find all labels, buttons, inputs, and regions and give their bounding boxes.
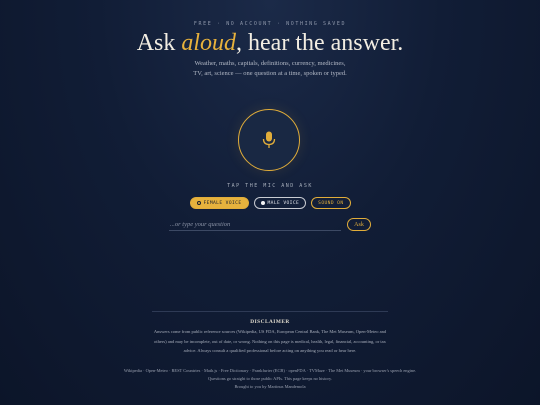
subtitle: Weather, maths, capitals, definitions, c… [193, 60, 347, 77]
footer-privacy: Questions go straight to those public AP… [208, 376, 332, 381]
question-input[interactable] [169, 218, 341, 231]
eyebrow-tagline: FREE · NO ACCOUNT · NOTHING SAVED [193, 21, 347, 27]
title-prefix: Ask [136, 30, 182, 56]
female-voice-toggle[interactable]: FEMALE VOICE [189, 197, 249, 209]
radio-dot-icon [196, 201, 201, 205]
male-voice-label: MALE VOICE [267, 200, 300, 206]
question-form: Ask [169, 218, 373, 232]
sound-toggle[interactable]: SOUND ON [311, 197, 351, 209]
microphone-icon [262, 131, 276, 148]
disclaimer-text: Answers come from public reference sourc… [153, 329, 387, 353]
divider [152, 311, 388, 312]
radio-dot-icon [260, 201, 265, 205]
disclaimer-heading: DISCLAIMER [250, 319, 290, 325]
footer-credit: Brought to you by Martinus Mandemola [234, 384, 306, 389]
tap-instruction: TAP THE MIC AND ASK [227, 183, 313, 189]
page: FREE · NO ACCOUNT · NOTHING SAVED Ask al… [0, 0, 540, 405]
footer-sources: Wikipedia · Open-Meteo · REST Countries … [123, 368, 417, 373]
title-accent-word: aloud [181, 30, 237, 56]
microphone-button[interactable] [238, 109, 300, 171]
female-voice-label: FEMALE VOICE [203, 200, 242, 206]
ask-button[interactable]: Ask [347, 218, 371, 231]
male-voice-toggle[interactable]: MALE VOICE [253, 197, 307, 209]
title-suffix: , hear the answer. [236, 30, 404, 56]
voice-options: FEMALE VOICE MALE VOICE SOUND ON [0, 197, 540, 209]
sound-toggle-label: SOUND ON [318, 200, 344, 206]
page-title: Ask aloud, hear the answer. [0, 30, 540, 57]
